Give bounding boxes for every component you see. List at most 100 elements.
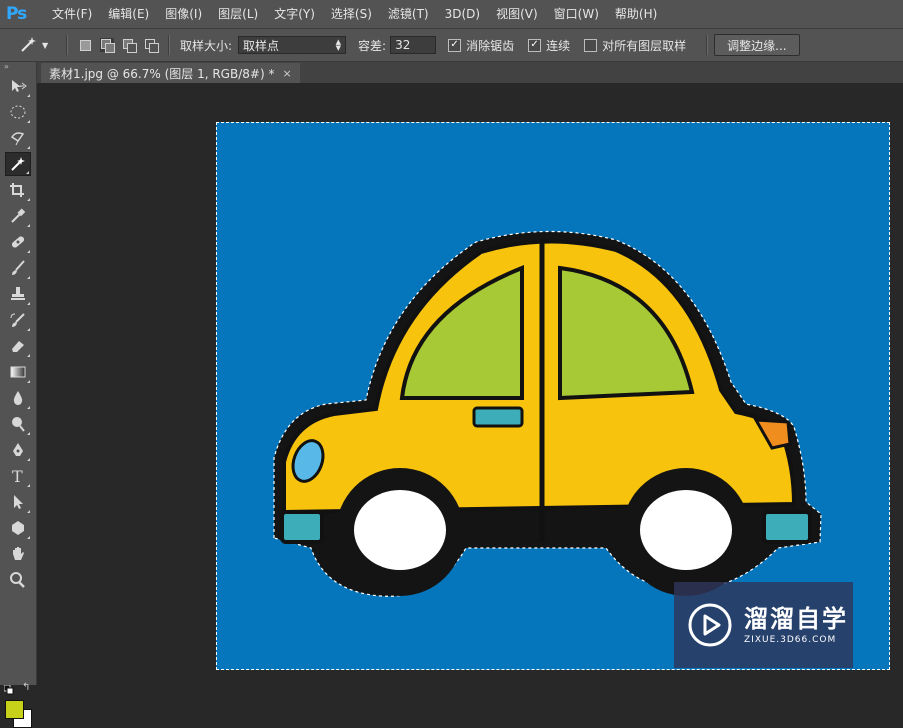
- watermark: 溜溜自学 ZIXUE.3D66.COM: [674, 582, 853, 668]
- tolerance-input[interactable]: 32: [390, 36, 437, 54]
- path-selection-icon: [14, 495, 23, 509]
- clone-stamp-tool[interactable]: [5, 282, 31, 306]
- sample-all-layers-option[interactable]: 对所有图层取样: [584, 37, 686, 54]
- clone-stamp-icon: [11, 287, 25, 300]
- brush-tool[interactable]: [5, 256, 31, 280]
- crop-tool[interactable]: [5, 178, 31, 202]
- divider: [168, 35, 170, 55]
- antialias-label: 消除锯齿: [466, 38, 515, 53]
- menu-select[interactable]: 选择(S): [323, 0, 380, 28]
- menu-bar: Ps 文件(F) 编辑(E) 图像(I) 图层(L) 文字(Y) 选择(S) 滤…: [0, 0, 903, 29]
- sample-size-value: 取样点: [243, 38, 280, 53]
- menu-type[interactable]: 文字(Y): [266, 0, 323, 28]
- move-icon: [12, 80, 27, 92]
- add-to-selection-button[interactable]: [100, 38, 115, 53]
- zoom-tool[interactable]: [5, 568, 31, 592]
- door-handle: [472, 406, 524, 428]
- menu-window[interactable]: 窗口(W): [546, 0, 607, 28]
- swap-colors-icon[interactable]: ↰: [22, 682, 30, 693]
- photoshop-logo: Ps: [6, 4, 27, 24]
- blur-tool[interactable]: [5, 386, 31, 410]
- gradient-icon: [10, 366, 26, 378]
- eraser-icon: [12, 341, 24, 352]
- shape-icon: [12, 521, 24, 535]
- crop-icon: [10, 183, 24, 197]
- watermark-text: 溜溜自学 ZIXUE.3D66.COM: [744, 605, 848, 645]
- brush-icon: [12, 260, 25, 275]
- eraser-tool[interactable]: [5, 334, 31, 358]
- document-tab-bar: 素材1.jpg @ 66.7% (图层 1, RGB/8#) * ×: [37, 62, 903, 83]
- move-tool[interactable]: [5, 74, 31, 98]
- type-tool[interactable]: T: [5, 464, 31, 488]
- sample-size-label: 取样大小:: [180, 38, 233, 53]
- sample-size-select[interactable]: 取样点 ▲ ▼: [238, 36, 347, 54]
- sample-all-layers-label: 对所有图层取样: [602, 38, 687, 53]
- lasso-tool[interactable]: [5, 126, 31, 150]
- new-selection-button[interactable]: [78, 38, 92, 52]
- watermark-title: 溜溜自学: [744, 605, 848, 633]
- menu-help[interactable]: 帮助(H): [607, 0, 665, 28]
- eyedropper-icon: [11, 208, 26, 223]
- up-down-arrows-icon: ▲ ▼: [335, 38, 342, 52]
- play-logo-icon: [688, 603, 732, 647]
- type-icon: T: [12, 467, 23, 485]
- default-colors-icon[interactable]: [3, 684, 14, 695]
- magic-wand-icon: [21, 37, 36, 52]
- eyedropper-tool[interactable]: [5, 204, 31, 228]
- dodge-icon: [12, 417, 25, 432]
- document-tab[interactable]: 素材1.jpg @ 66.7% (图层 1, RGB/8#) * ×: [41, 63, 300, 83]
- shape-tool[interactable]: [5, 516, 31, 540]
- marquee-icon: [10, 105, 26, 119]
- lasso-icon: [10, 132, 25, 146]
- contiguous-label: 连续: [546, 38, 571, 53]
- history-brush-icon: [10, 313, 25, 327]
- menu-edit[interactable]: 编辑(E): [100, 0, 157, 28]
- marquee-tool[interactable]: [5, 100, 31, 124]
- menu-3d[interactable]: 3D(D): [437, 0, 488, 28]
- antialias-option[interactable]: ✓ 消除锯齿: [448, 37, 514, 54]
- intersect-selection-button[interactable]: [144, 38, 159, 53]
- front-hubcap: [640, 490, 732, 570]
- pen-tool[interactable]: [5, 438, 31, 462]
- menu-layer[interactable]: 图层(L): [210, 0, 266, 28]
- front-bumper: [762, 510, 812, 544]
- contiguous-option[interactable]: ✓ 连续: [528, 37, 570, 54]
- gradient-tool[interactable]: [5, 360, 31, 384]
- menu-file[interactable]: 文件(F): [44, 0, 100, 28]
- pen-icon: [13, 443, 23, 456]
- divider: [66, 35, 68, 55]
- refine-edge-button[interactable]: 调整边缘...: [714, 34, 800, 56]
- dodge-tool[interactable]: [5, 412, 31, 436]
- sample-all-layers-checkbox[interactable]: [584, 38, 598, 52]
- path-selection-tool[interactable]: [5, 490, 31, 514]
- hand-icon: [13, 547, 24, 560]
- watermark-subtitle: ZIXUE.3D66.COM: [744, 635, 837, 645]
- magic-wand-icon: [11, 157, 25, 171]
- magic-wand-tool[interactable]: [5, 152, 31, 176]
- chevron-down-icon: ▼: [42, 40, 49, 50]
- antialias-checkbox[interactable]: ✓: [448, 38, 462, 52]
- subtract-from-selection-button[interactable]: [122, 38, 137, 53]
- menu-filter[interactable]: 滤镜(T): [380, 0, 437, 28]
- car-body: [282, 239, 797, 515]
- rear-bumper: [280, 510, 324, 544]
- rear-hubcap: [354, 490, 446, 570]
- panel-grip-icon[interactable]: »: [0, 62, 36, 72]
- close-icon[interactable]: ×: [282, 67, 291, 80]
- healing-brush-tool[interactable]: [5, 230, 31, 254]
- document-tab-title: 素材1.jpg @ 66.7% (图层 1, RGB/8#) *: [49, 66, 275, 81]
- menu-image[interactable]: 图像(I): [157, 0, 210, 28]
- contiguous-checkbox[interactable]: ✓: [528, 38, 542, 52]
- tools-panel: » T ↰: [0, 62, 37, 728]
- menu-view[interactable]: 视图(V): [488, 0, 546, 28]
- history-brush-tool[interactable]: [5, 308, 31, 332]
- foreground-color-swatch[interactable]: [5, 700, 24, 719]
- tolerance-label: 容差:: [358, 38, 387, 53]
- blur-icon: [13, 391, 23, 405]
- options-bar: ▼ 取样大小: 取样点 ▲ ▼ 容差: 32 ✓ 消除锯齿 ✓ 连续 对所有图层取…: [0, 29, 903, 62]
- hand-tool[interactable]: [5, 542, 31, 566]
- tool-preset-picker[interactable]: ▼: [18, 36, 60, 54]
- svg-text:T: T: [12, 467, 23, 485]
- zoom-icon: [10, 572, 25, 588]
- healing-brush-icon: [11, 236, 25, 248]
